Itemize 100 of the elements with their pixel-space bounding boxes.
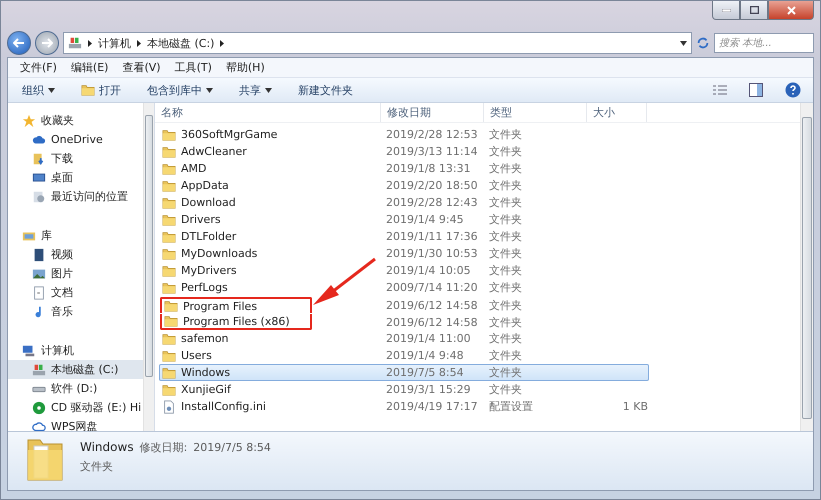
type-cell-text: 文件夹 — [488, 178, 523, 193]
sidebar-item[interactable]: 音乐 — [8, 302, 143, 321]
folder-icon — [162, 348, 176, 362]
sidebar-item[interactable]: OneDrive — [8, 130, 143, 149]
file-row[interactable]: 360SoftMgrGame 2019/2/28 12:53 文件夹 — [159, 126, 649, 143]
preview-pane-icon[interactable] — [749, 83, 763, 97]
type-cell-text: 文件夹 — [488, 161, 523, 176]
file-name: AMD — [181, 162, 206, 175]
menu-item[interactable]: 帮助(H) — [220, 60, 271, 75]
column-header[interactable]: 大小 — [587, 103, 647, 122]
type-cell-text: 文件夹 — [488, 280, 523, 295]
folder-icon — [162, 382, 176, 396]
folder-icon — [162, 144, 176, 158]
toolbar-button[interactable]: 新建文件夹 — [296, 80, 355, 100]
file-row[interactable]: AdwCleaner 2019/3/13 11:14 文件夹 — [159, 143, 649, 160]
search-field[interactable]: 搜索 本地... — [714, 33, 814, 53]
caret-icon — [206, 88, 213, 92]
sidebar-item[interactable]: 库 — [8, 226, 143, 245]
date-cell-text: 2019/6/12 14:58 — [385, 298, 479, 312]
forward-button[interactable] — [35, 31, 59, 55]
sidebar-item[interactable]: 软件 (D:) — [8, 379, 143, 398]
folder-icon — [162, 196, 176, 210]
file-row[interactable]: InstallConfig.ini 2019/4/19 17:17 配置设置 1 KB — [159, 398, 649, 415]
sidebar-item[interactable]: 文档 — [8, 283, 143, 302]
minimize-button[interactable] — [712, 1, 740, 20]
file-name: Drivers — [181, 213, 221, 226]
type-cell-text: 文件夹 — [488, 314, 523, 330]
column-header[interactable]: 修改日期 — [381, 103, 484, 122]
type-cell-text: 配置设置 — [488, 399, 534, 414]
breadcrumb[interactable]: 本地磁盘 (C:) — [147, 36, 214, 50]
sidebar-item[interactable]: 视频 — [8, 245, 143, 264]
type-cell-text: 文件夹 — [488, 195, 523, 210]
file-row[interactable]: AppData 2019/2/20 18:50 文件夹 — [159, 177, 649, 194]
sidebar-item[interactable]: 下载 — [8, 149, 143, 168]
file-row[interactable]: XunjieGif 2019/3/1 15:29 文件夹 — [159, 381, 649, 398]
menu-item[interactable]: 文件(F) — [14, 60, 63, 75]
toolbar-button[interactable]: 组织 — [20, 80, 57, 100]
refresh-icon[interactable] — [696, 36, 710, 50]
file-row[interactable]: PerfLogs 2009/7/14 11:20 文件夹 — [159, 279, 649, 296]
type-cell-text: 文件夹 — [488, 382, 523, 397]
details-date: 2019/7/5 8:54 — [193, 441, 271, 454]
address-bar[interactable]: 计算机 本地磁盘 (C:) — [63, 32, 692, 54]
file-row[interactable]: Windows 2019/7/5 8:54 文件夹 — [159, 364, 649, 381]
sidebar-item[interactable]: 收藏夹 — [8, 111, 143, 130]
file-row[interactable]: Download 2019/2/28 12:43 文件夹 — [159, 194, 649, 211]
menu-item[interactable]: 编辑(E) — [64, 60, 114, 75]
sidebar-item[interactable]: 最近访问的位置 — [8, 187, 143, 206]
file-name: Program Files — [183, 300, 258, 312]
column-header[interactable]: 类型 — [484, 103, 587, 122]
file-name: Users — [181, 349, 212, 362]
scrollbar[interactable] — [800, 103, 813, 431]
close-button[interactable] — [768, 1, 814, 20]
view-icon[interactable] — [713, 84, 727, 96]
file-row[interactable]: AMD 2019/1/8 13:31 文件夹 — [159, 160, 649, 177]
date-cell-text: 2019/1/11 17:36 — [385, 230, 479, 243]
toolbar-button[interactable]: 打开 — [79, 80, 123, 100]
file-row[interactable]: Program Files (x86) 2019/6/12 14:58 文件夹 — [159, 313, 649, 330]
toolbar-button[interactable]: 共享 — [237, 80, 274, 100]
size-cell-text: 1 KB — [622, 400, 648, 413]
date-cell-text: 2019/1/30 10:53 — [385, 247, 479, 260]
file-name: safemon — [181, 332, 229, 345]
date-cell-text: 2009/7/14 11:20 — [385, 281, 479, 294]
type-cell-text: 文件夹 — [488, 127, 523, 142]
file-row[interactable]: safemon 2019/1/4 11:00 文件夹 — [159, 330, 649, 347]
sidebar-item[interactable]: 桌面 — [8, 168, 143, 187]
toolbar-button[interactable]: 包含到库中 — [145, 80, 215, 100]
file-icon — [162, 400, 176, 414]
maximize-button[interactable] — [740, 1, 768, 20]
sidebar-item[interactable]: 本地磁盘 (C:) — [8, 360, 143, 379]
caret-icon — [680, 40, 687, 46]
folder-icon — [162, 162, 176, 176]
folder-icon — [162, 332, 176, 346]
sidebar-item[interactable]: CD 驱动器 (E:) Hi — [8, 398, 143, 417]
folder-icon — [162, 178, 176, 192]
file-row[interactable]: MyDrivers 2019/1/4 10:05 文件夹 — [159, 262, 649, 279]
menu-item[interactable]: 工具(T) — [168, 60, 218, 75]
file-name: Windows — [181, 366, 230, 379]
breadcrumb[interactable]: 计算机 — [98, 36, 131, 50]
column-header[interactable]: 名称 — [155, 103, 381, 122]
date-cell-text: 2019/2/20 18:50 — [385, 179, 479, 192]
file-row[interactable]: Users 2019/1/4 9:48 文件夹 — [159, 347, 649, 364]
file-row[interactable]: Program Files 2019/6/12 14:58 文件夹 — [159, 296, 649, 313]
scrollbar[interactable] — [143, 103, 154, 431]
help-icon[interactable] — [785, 82, 801, 98]
cd-icon — [32, 400, 46, 414]
menu-item[interactable]: 查看(V) — [116, 60, 167, 75]
picture-icon — [32, 266, 46, 280]
back-arrow-icon — [13, 38, 25, 48]
back-button[interactable] — [7, 31, 31, 55]
details-type: 文件夹 — [80, 459, 114, 474]
document-icon — [32, 286, 46, 300]
sidebar-item[interactable]: 图片 — [8, 264, 143, 283]
file-row[interactable]: Drivers 2019/1/4 9:45 文件夹 — [159, 211, 649, 228]
file-row[interactable]: MyDownloads 2019/1/30 10:53 文件夹 — [159, 245, 649, 262]
date-cell-text: 2019/1/4 9:45 — [385, 213, 465, 226]
file-row[interactable]: DTLFolder 2019/1/11 17:36 文件夹 — [159, 228, 649, 245]
folder-icon — [162, 230, 176, 244]
arrow-drawing — [311, 257, 377, 307]
file-name: AdwCleaner — [181, 145, 247, 158]
sidebar-item[interactable]: 计算机 — [8, 341, 143, 360]
